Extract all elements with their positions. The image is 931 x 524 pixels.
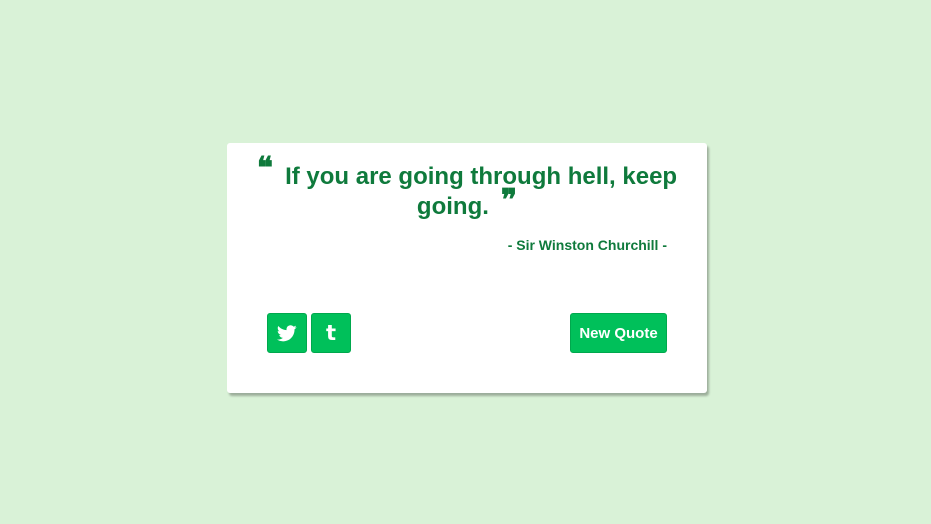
quote-author: - Sir Winston Churchill -: [507, 237, 667, 253]
close-quote-icon: ❞: [500, 183, 518, 218]
quote-text: If you are going through hell, keep goin…: [285, 163, 678, 220]
quote-card: ❝ If you are going through hell, keep goi…: [227, 143, 707, 393]
quote-text-block: ❝ If you are going through hell, keep goi…: [252, 154, 682, 221]
tumblr-share-button[interactable]: t: [311, 313, 351, 353]
open-quote-icon: ❝: [256, 151, 274, 186]
tumblr-icon: t: [325, 320, 337, 345]
twitter-icon: [277, 324, 297, 341]
new-quote-button[interactable]: New Quote: [570, 313, 667, 353]
tweet-button[interactable]: [267, 313, 307, 353]
